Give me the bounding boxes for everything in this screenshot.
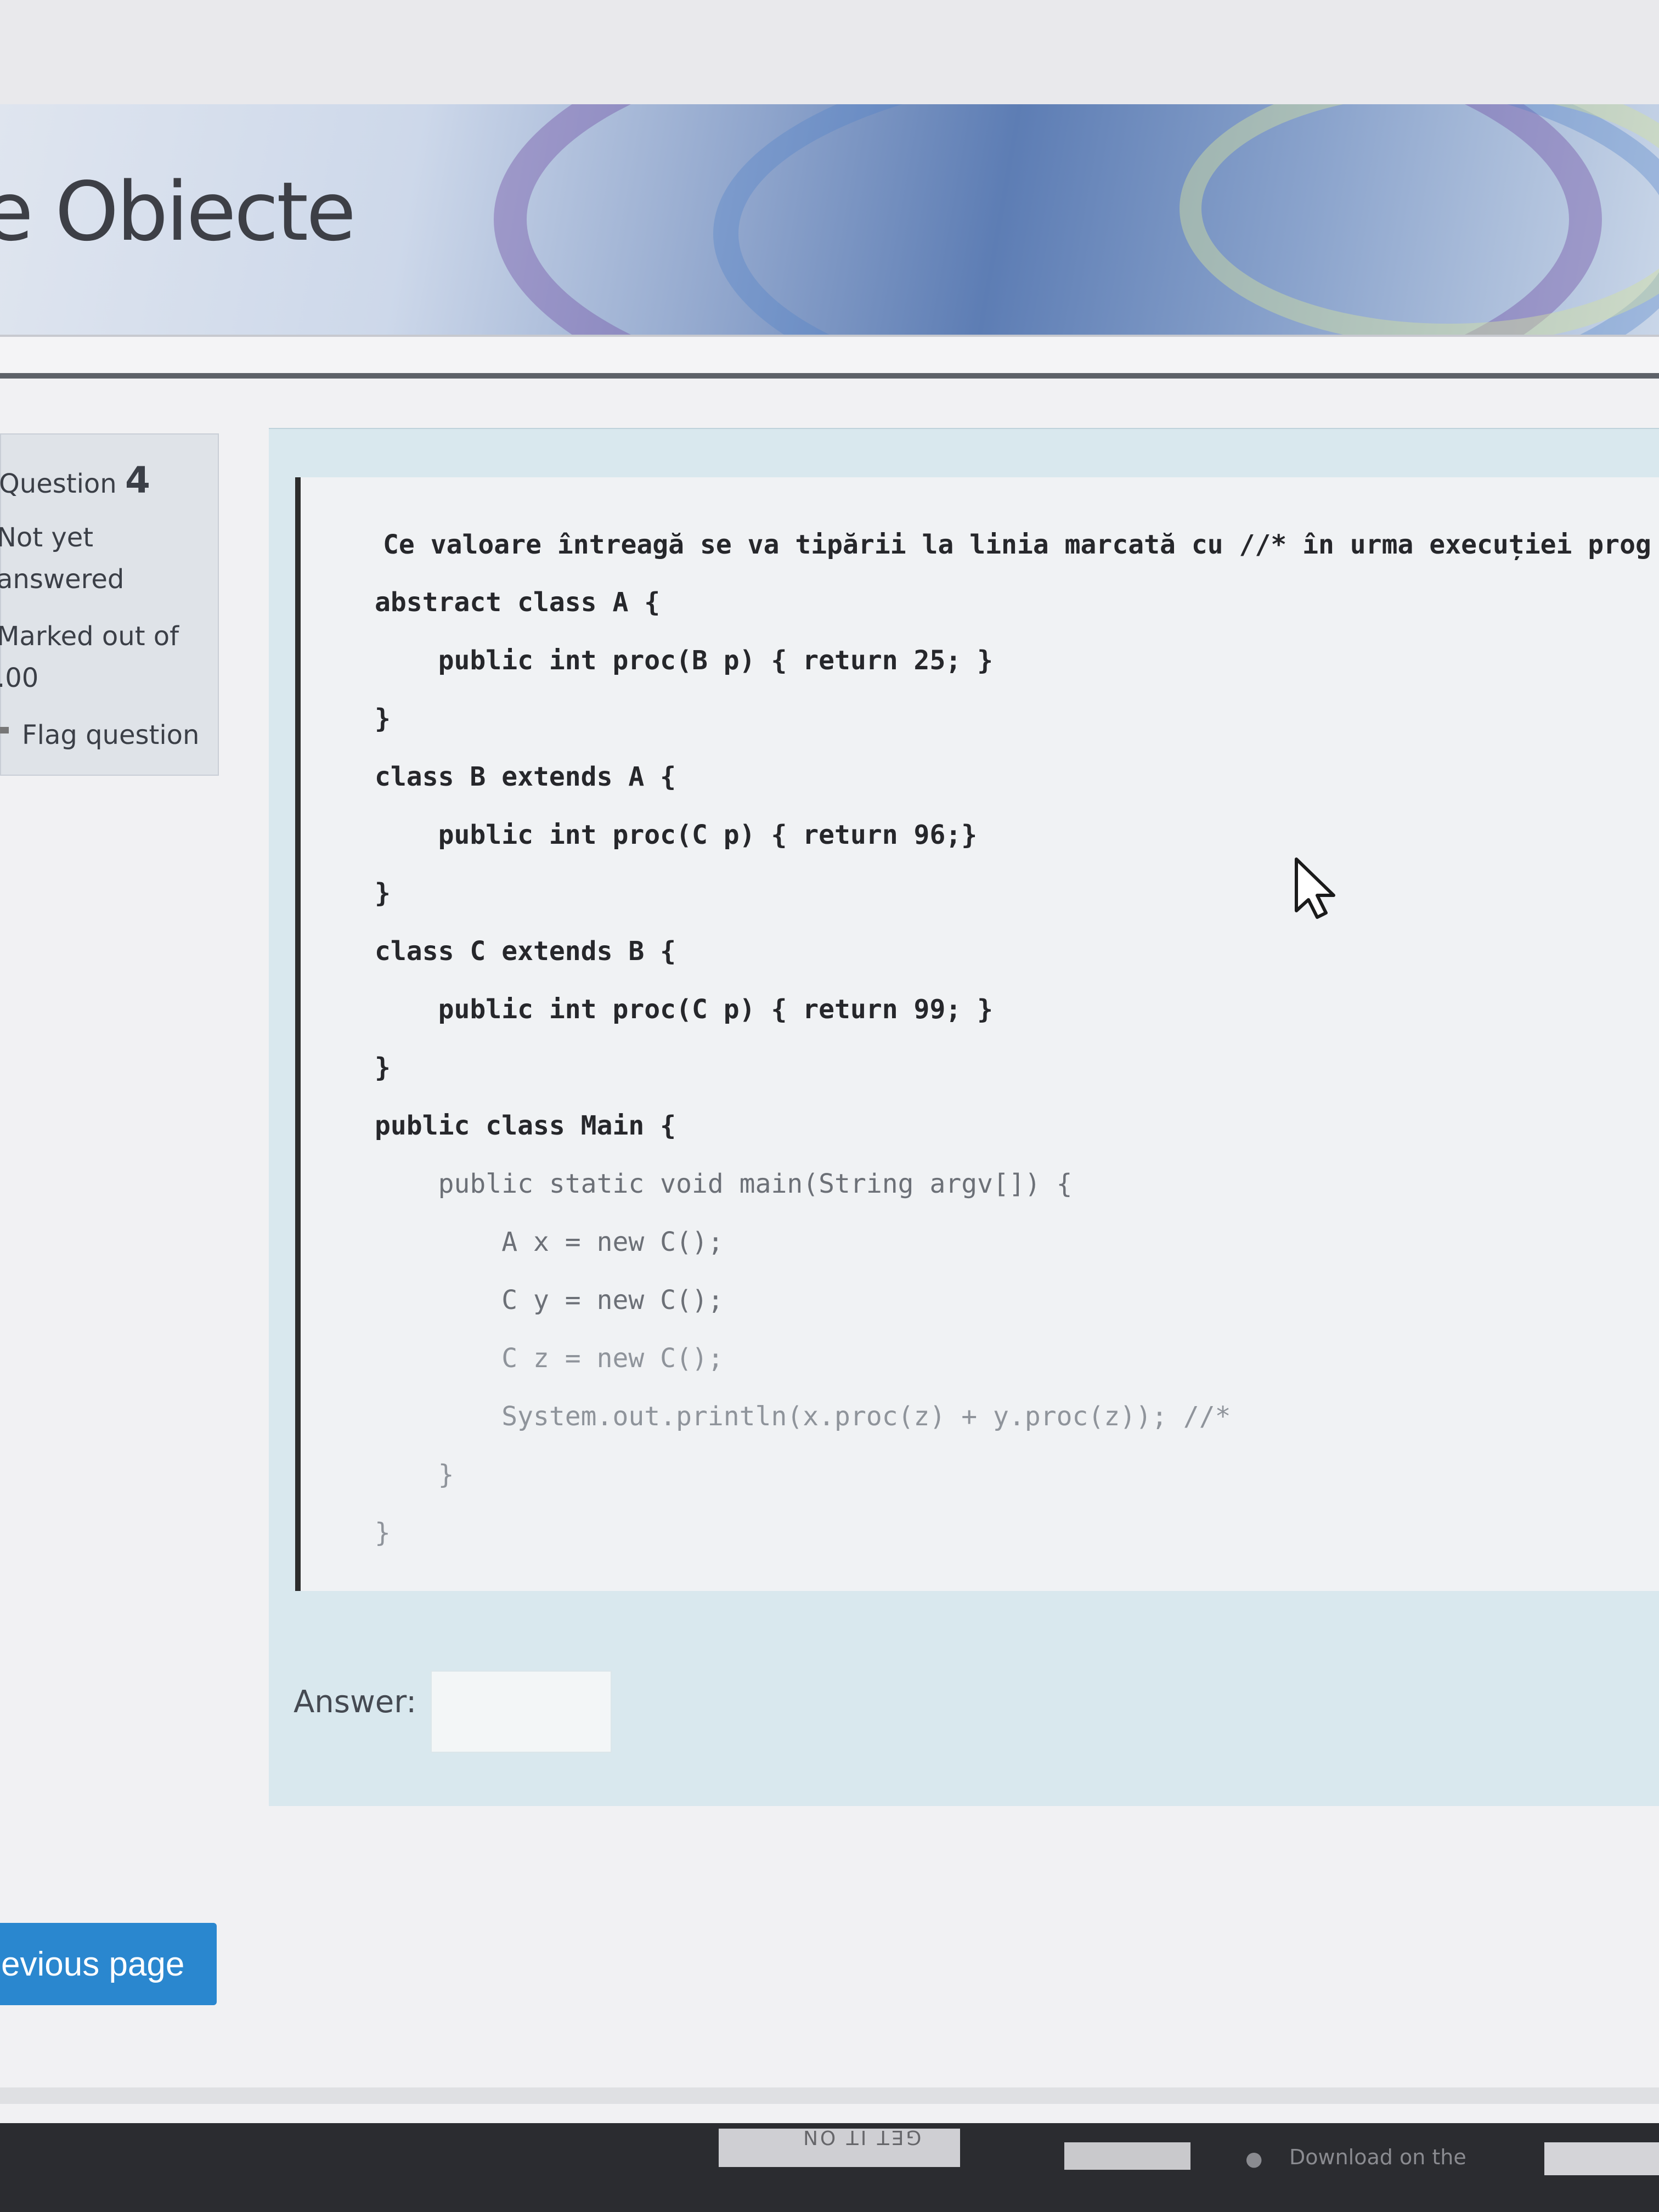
code-line: C y = new C(); <box>375 1285 724 1316</box>
previous-page-button[interactable]: evious page <box>0 1923 217 2005</box>
nav-band <box>0 335 1659 375</box>
code-line: public class Main { <box>375 1110 676 1141</box>
mouse-pointer-icon <box>1295 857 1335 919</box>
question-prompt: Ce valoare întreagă se va tipării la lin… <box>383 529 1651 560</box>
code-line: } <box>375 703 391 734</box>
course-title: e Obiecte <box>0 165 356 259</box>
banner-swoosh <box>1180 104 1659 335</box>
code-line: } <box>375 878 391 909</box>
code-line: public int proc(C p) { return 99; } <box>375 994 994 1025</box>
code-line: A x = new C(); <box>375 1227 724 1257</box>
google-play-label: GET IT ON <box>801 2126 922 2148</box>
code-line: } <box>375 1517 391 1548</box>
code-line: public static void main(String argv[]) { <box>375 1169 1073 1199</box>
code-line: public int proc(B p) { return 25; } <box>375 645 994 676</box>
code-line: } <box>375 1459 454 1490</box>
code-line: class B extends A { <box>375 761 676 792</box>
code-line: public int proc(C p) { return 96;} <box>375 820 978 850</box>
app-store-badge[interactable] <box>1544 2142 1659 2175</box>
question-number-value: 4 <box>125 459 150 501</box>
app-store-label[interactable]: Download on the <box>1289 2145 1466 2169</box>
browser-top-bar <box>0 0 1659 104</box>
flag-question-label: Flag question <box>22 720 200 751</box>
answer-label: Answer: <box>294 1684 417 1720</box>
code-line: } <box>375 1052 391 1083</box>
question-info-box: Question 4 Not yet answered Marked out o… <box>0 433 219 776</box>
code-line: C z = new C(); <box>375 1343 724 1374</box>
code-line: abstract class A { <box>375 587 661 618</box>
footer-divider <box>0 2087 1659 2104</box>
question-text-box: Ce valoare întreagă se va tipării la lin… <box>295 477 1659 1591</box>
question-grade-line: Marked out of <box>0 621 179 652</box>
nav-divider <box>0 373 1659 379</box>
code-line: System.out.println(x.proc(z) + y.proc(z)… <box>375 1401 1231 1432</box>
question-number: Question 4 <box>0 459 150 501</box>
footer-badge <box>1064 2142 1190 2170</box>
answer-input[interactable] <box>431 1671 612 1753</box>
question-grade: Marked out of .00 <box>0 616 194 699</box>
question-state-line: Not yet <box>0 522 94 553</box>
code-line: class C extends B { <box>375 936 676 967</box>
apple-icon: ● <box>1245 2148 1263 2170</box>
question-state: Not yet answered <box>0 517 161 600</box>
question-grade-line: .00 <box>0 663 39 693</box>
flag-icon <box>0 727 12 743</box>
question-state-line: answered <box>0 564 125 595</box>
flag-question-link[interactable]: Flag question <box>0 720 199 751</box>
question-label: Question <box>0 469 117 499</box>
